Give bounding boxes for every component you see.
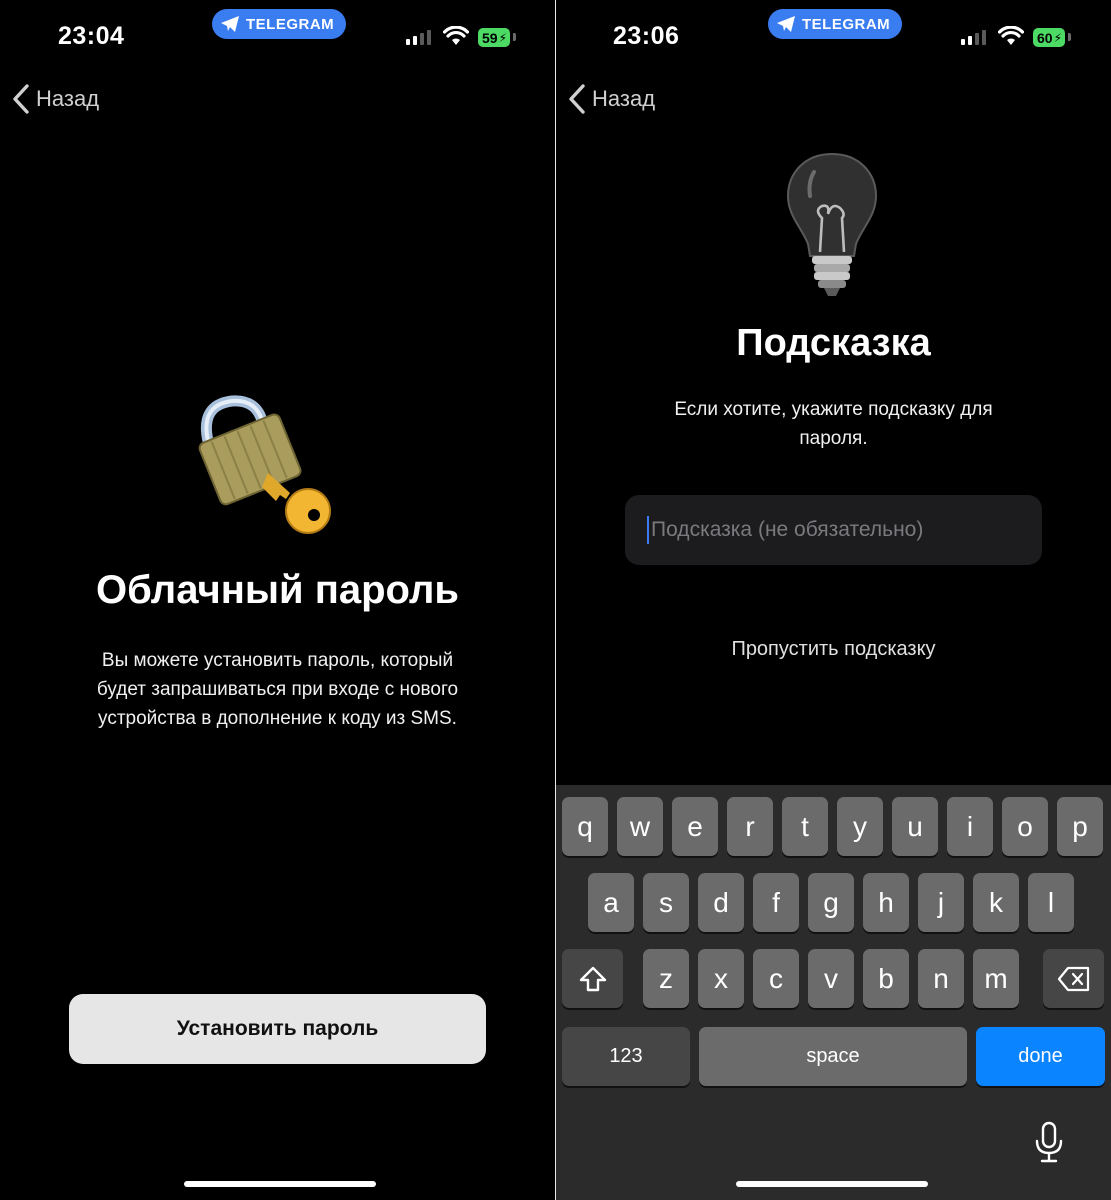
key-h[interactable]: h <box>863 873 909 932</box>
key-u[interactable]: u <box>892 797 938 856</box>
telegram-icon <box>777 16 795 32</box>
battery-indicator: 59 ⚡ <box>478 28 511 47</box>
key-i[interactable]: i <box>947 797 993 856</box>
key-x[interactable]: x <box>698 949 744 1008</box>
page-description: Если хотите, укажите подсказку для парол… <box>556 395 1111 453</box>
password-hint-screen: 23:06 TELEGRAM 60⚡ Назад Подсказка Если <box>556 0 1111 1200</box>
key-m[interactable]: m <box>973 949 1019 1008</box>
key-a[interactable]: a <box>588 873 634 932</box>
battery-level: 60 <box>1037 29 1053 46</box>
set-password-button[interactable]: Установить пароль <box>69 994 486 1064</box>
key-b[interactable]: b <box>863 949 909 1008</box>
chevron-left-icon <box>13 84 29 114</box>
key-f[interactable]: f <box>753 873 799 932</box>
key-t[interactable]: t <box>782 797 828 856</box>
key-w[interactable]: w <box>617 797 663 856</box>
backspace-icon <box>1057 966 1089 991</box>
hint-placeholder: Подсказка (не обязательно) <box>651 518 924 541</box>
done-key-label: done <box>1018 1045 1063 1067</box>
telegram-call-pill[interactable]: TELEGRAM <box>212 9 347 39</box>
description-line: Вы можете установить пароль, который <box>101 650 454 671</box>
status-time: 23:04 <box>58 22 125 50</box>
key-y[interactable]: y <box>837 797 883 856</box>
battery-level: 59 <box>482 29 498 46</box>
key-l[interactable]: l <box>1028 873 1074 932</box>
light-bulb-icon <box>786 152 878 296</box>
description-line: Если хотите, укажите подсказку для <box>674 399 993 420</box>
wifi-icon <box>998 26 1024 45</box>
numbers-key[interactable]: 123 <box>562 1027 690 1086</box>
space-key[interactable]: space <box>699 1027 967 1086</box>
home-indicator[interactable] <box>184 1181 376 1187</box>
shift-arrow-icon <box>579 966 606 991</box>
description-line: устройства в дополнение к коду из SMS. <box>98 708 457 729</box>
chevron-left-icon <box>569 84 585 114</box>
space-key-label: space <box>806 1045 860 1067</box>
numbers-key-label: 123 <box>609 1045 643 1067</box>
back-label: Назад <box>592 86 656 111</box>
pill-label: TELEGRAM <box>246 15 335 33</box>
cellular-signal-icon <box>406 30 431 45</box>
back-label: Назад <box>36 86 100 111</box>
key-c[interactable]: c <box>753 949 799 1008</box>
battery-tip <box>1068 33 1071 41</box>
key-r[interactable]: r <box>727 797 773 856</box>
shift-key[interactable] <box>562 949 623 1008</box>
charging-icon: ⚡ <box>498 30 508 45</box>
key-j[interactable]: j <box>918 873 964 932</box>
description-line: будет запрашиваться при входе с нового <box>96 679 459 700</box>
key-z[interactable]: z <box>643 949 689 1008</box>
key-q[interactable]: q <box>562 797 608 856</box>
key-o[interactable]: o <box>1002 797 1048 856</box>
microphone-icon[interactable] <box>1034 1121 1064 1163</box>
page-title: Подсказка <box>736 322 931 364</box>
skip-hint-button[interactable]: Пропустить подсказку <box>556 638 1111 661</box>
status-time: 23:06 <box>613 22 680 50</box>
lock-with-key-icon <box>198 395 331 534</box>
home-indicator[interactable] <box>736 1181 928 1187</box>
key-d[interactable]: d <box>698 873 744 932</box>
pill-label: TELEGRAM <box>802 15 891 33</box>
key-e[interactable]: e <box>672 797 718 856</box>
battery-tip <box>513 33 516 41</box>
wifi-icon <box>443 26 469 45</box>
cloud-password-screen: 23:04 TELEGRAM 59 ⚡ Назад Облачный парол… <box>0 0 555 1200</box>
delete-key[interactable] <box>1043 949 1104 1008</box>
key-n[interactable]: n <box>918 949 964 1008</box>
key-k[interactable]: k <box>973 873 1019 932</box>
keyboard: q w e r t y u i o p a s d f g h j k l z … <box>556 785 1111 1200</box>
key-g[interactable]: g <box>808 873 854 932</box>
hint-input[interactable]: Подсказка (не обязательно) <box>625 495 1042 565</box>
text-caret <box>647 516 649 544</box>
description-line: пароля. <box>799 428 868 449</box>
key-p[interactable]: p <box>1057 797 1103 856</box>
page-description: Вы можете установить пароль, который буд… <box>0 646 555 733</box>
charging-icon: ⚡ <box>1053 30 1063 45</box>
telegram-call-pill[interactable]: TELEGRAM <box>768 9 903 39</box>
telegram-icon <box>221 16 239 32</box>
back-button[interactable]: Назад <box>568 84 655 114</box>
key-v[interactable]: v <box>808 949 854 1008</box>
key-s[interactable]: s <box>643 873 689 932</box>
done-key[interactable]: done <box>976 1027 1105 1086</box>
back-button[interactable]: Назад <box>12 84 99 114</box>
battery-indicator: 60 ⚡ <box>1033 28 1066 47</box>
page-title: Облачный пароль <box>95 568 459 612</box>
cellular-signal-icon <box>961 30 986 45</box>
